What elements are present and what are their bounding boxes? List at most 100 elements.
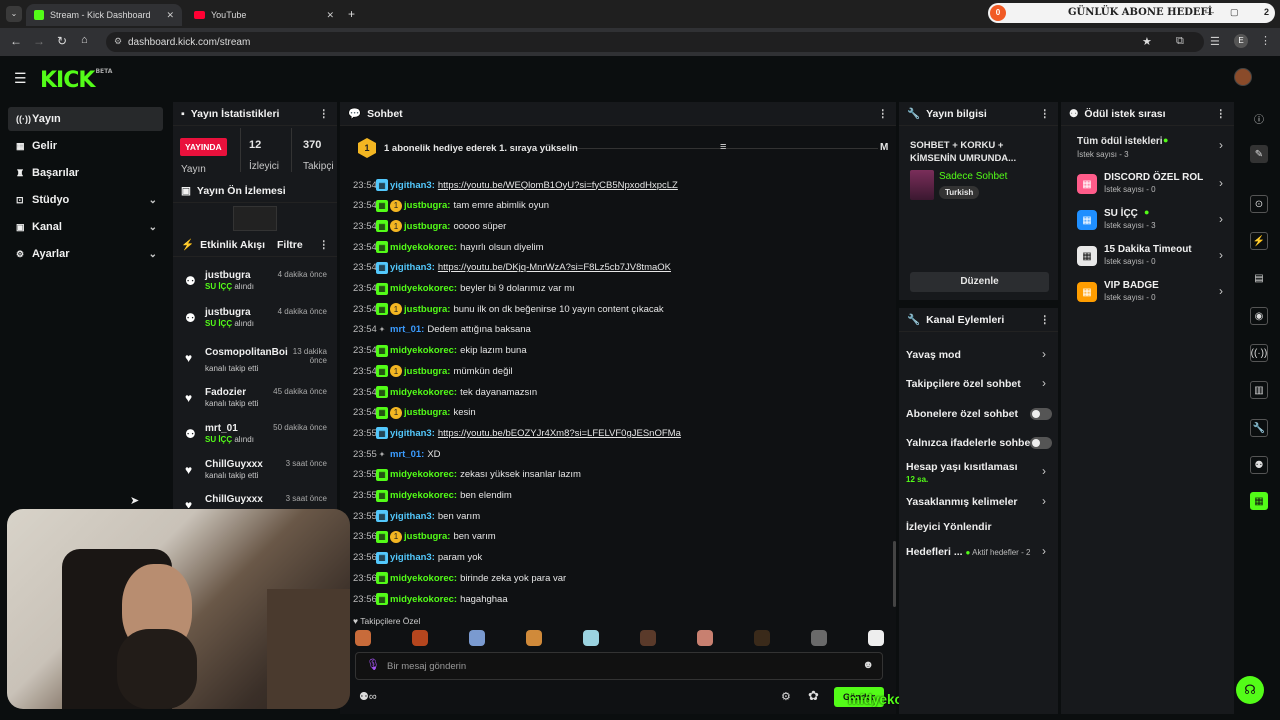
chevron-right-icon[interactable]: ›: [1042, 494, 1046, 508]
support-chat-icon[interactable]: ☊: [1236, 676, 1264, 704]
banned-words-item[interactable]: Yasaklanmış kelimeler: [906, 496, 1018, 508]
message-user[interactable]: justbugra:: [404, 531, 450, 542]
close-tab-icon[interactable]: ✕: [166, 10, 174, 21]
emote-icon[interactable]: [412, 630, 428, 646]
goals-item[interactable]: Hedefleri ... ● Aktif hedefler - 2: [906, 546, 1030, 558]
message-user[interactable]: midyekokorec:: [390, 594, 457, 605]
message-user[interactable]: midyekokorec:: [390, 490, 457, 501]
nav-gelir[interactable]: ▦ Gelir: [8, 134, 163, 158]
more-options-icon[interactable]: ⋮: [878, 108, 889, 120]
tab-kick-dashboard[interactable]: Stream - Kick Dashboard ✕: [26, 4, 182, 26]
emote-icon[interactable]: [640, 630, 656, 646]
chevron-right-icon[interactable]: ›: [1042, 544, 1046, 558]
info-icon[interactable]: ⓘ: [1250, 109, 1268, 127]
kick-app-icon[interactable]: ▦: [1250, 492, 1268, 510]
new-tab-icon[interactable]: +: [348, 7, 355, 21]
more-options-icon[interactable]: ⋮: [319, 108, 330, 120]
maximize-icon[interactable]: ▢: [1230, 7, 1239, 18]
chevron-right-icon[interactable]: ›: [1042, 347, 1046, 361]
chat-icon[interactable]: ◉: [1250, 307, 1268, 325]
reward-item[interactable]: ▦ VIP BADGE İstek sayısı - 0 ›: [1077, 280, 1227, 312]
subs-only-toggle[interactable]: [1030, 408, 1052, 420]
user-avatar[interactable]: [1234, 68, 1252, 86]
message-user[interactable]: yigithan3:: [390, 262, 435, 273]
more-options-icon[interactable]: ⋮: [1040, 108, 1051, 120]
reward-item[interactable]: ▦ DISCORD ÖZEL ROL İstek sayısı - 0 ›: [1077, 172, 1227, 204]
layout-icon[interactable]: ▥: [1250, 381, 1268, 399]
emote-icon[interactable]: [868, 630, 884, 646]
hamburger-menu-icon[interactable]: ☰: [14, 70, 27, 87]
address-bar[interactable]: ⚙ dashboard.kick.com/stream: [106, 32, 1204, 52]
emote-icon[interactable]: [583, 630, 599, 646]
message-user[interactable]: midyekokorec:: [390, 345, 457, 356]
message-user[interactable]: midyekokorec:: [390, 387, 457, 398]
message-user[interactable]: justbugra:: [404, 221, 450, 232]
gear-icon[interactable]: ⚙: [781, 690, 791, 703]
chevron-right-icon[interactable]: ›: [1042, 464, 1046, 478]
message-user[interactable]: justbugra:: [404, 200, 450, 211]
pencil-icon[interactable]: ✎: [1250, 145, 1268, 163]
message-user[interactable]: mrt_01:: [390, 449, 424, 460]
emote-icon[interactable]: [526, 630, 542, 646]
emotes-only-toggle[interactable]: [1030, 437, 1052, 449]
reading-list-icon[interactable]: ☰: [1210, 35, 1220, 48]
gift-icon[interactable]: ✿: [808, 688, 819, 704]
nav-yayin[interactable]: ((·)) Yayın: [8, 107, 163, 131]
message-user[interactable]: yigithan3:: [390, 552, 435, 563]
slow-mode-item[interactable]: Yavaş mod: [906, 349, 961, 361]
message-user[interactable]: justbugra:: [404, 366, 450, 377]
followers-only-item[interactable]: Takipçilere özel sohbet: [906, 378, 1021, 390]
more-options-icon[interactable]: ⋮: [1040, 314, 1051, 326]
all-requests-item[interactable]: Tüm ödül istekleri ● İstek sayısı - 3 ›: [1077, 135, 1227, 164]
message-user[interactable]: mrt_01:: [390, 324, 424, 335]
message-user[interactable]: justbugra:: [404, 304, 450, 315]
nav-kanal[interactable]: ▣ Kanal ⌄: [8, 215, 163, 239]
chevron-right-icon[interactable]: ›: [1042, 376, 1046, 390]
filter-button[interactable]: Filtre: [277, 239, 303, 251]
message-link[interactable]: https://youtu.be/bEOZYJr4Xm8?si=LFELVF0g…: [438, 428, 681, 439]
message-user[interactable]: midyekokorec:: [390, 469, 457, 480]
filter-icon[interactable]: ≡: [720, 141, 726, 153]
reward-item[interactable]: ▦ 15 Dakika Timeout İstek sayısı - 0 ›: [1077, 244, 1227, 276]
message-user[interactable]: midyekokorec:: [390, 283, 457, 294]
account-age-item[interactable]: Hesap yaşı kısıtlaması 12 sa.: [906, 461, 1018, 485]
stream-preview-thumbnail[interactable]: [233, 206, 277, 231]
points-icon[interactable]: ⚉∞: [359, 690, 377, 703]
message-link[interactable]: https://youtu.be/WEQlomB1OyU?si=fyCB5Npx…: [438, 180, 678, 191]
nav-ayarlar[interactable]: ⚙ Ayarlar ⌄: [8, 242, 163, 266]
tab-youtube[interactable]: YouTube ✕: [186, 4, 342, 26]
emoji-icon[interactable]: ☻: [862, 659, 874, 671]
microphone-icon[interactable]: 🎙: [366, 658, 380, 671]
nav-basarilar[interactable]: ♜ Başarılar: [8, 161, 163, 185]
emote-icon[interactable]: [469, 630, 485, 646]
home-icon[interactable]: ⌂: [81, 34, 88, 46]
message-user[interactable]: midyekokorec:: [390, 573, 457, 584]
kick-logo[interactable]: KICKBETA: [40, 68, 112, 93]
message-user[interactable]: yigithan3:: [390, 428, 435, 439]
close-tab-icon[interactable]: ✕: [326, 10, 334, 21]
more-options-icon[interactable]: ⋮: [1216, 108, 1227, 120]
reward-item[interactable]: ▦ SU İÇÇ ● İstek sayısı - 3 ›: [1077, 207, 1227, 240]
forward-icon[interactable]: →: [33, 34, 45, 48]
pinned-gift-banner[interactable]: 1 1 abonelik hediye ederek 1. sıraya yük…: [358, 138, 892, 160]
extensions-icon[interactable]: ⧉: [1176, 35, 1184, 48]
message-link[interactable]: https://youtu.be/DKjq-MnrWzA?si=F8Lz5cb7…: [438, 262, 671, 273]
message-user[interactable]: yigithan3:: [390, 180, 435, 191]
emote-icon[interactable]: [697, 630, 713, 646]
message-user[interactable]: yigithan3:: [390, 511, 435, 522]
emote-icon[interactable]: [355, 630, 371, 646]
site-info-icon[interactable]: ⚙: [114, 36, 122, 47]
bookmark-star-icon[interactable]: ★: [1142, 35, 1152, 48]
wrench-icon[interactable]: 🔧: [1250, 419, 1268, 437]
lightning-icon[interactable]: ⚡: [1250, 232, 1268, 250]
document-icon[interactable]: ▤: [1250, 269, 1268, 287]
message-user[interactable]: justbugra:: [404, 407, 450, 418]
redirect-viewers-item[interactable]: İzleyici Yönlendir: [906, 521, 992, 533]
emote-icon[interactable]: [811, 630, 827, 646]
emote-icon[interactable]: [754, 630, 770, 646]
broadcast-icon[interactable]: ((·)): [1250, 344, 1268, 362]
browser-menu-icon[interactable]: ⋮: [1260, 34, 1271, 47]
message-user[interactable]: midyekokorec:: [390, 242, 457, 253]
more-options-icon[interactable]: ⋮: [319, 239, 330, 251]
back-icon[interactable]: ←: [10, 34, 22, 48]
